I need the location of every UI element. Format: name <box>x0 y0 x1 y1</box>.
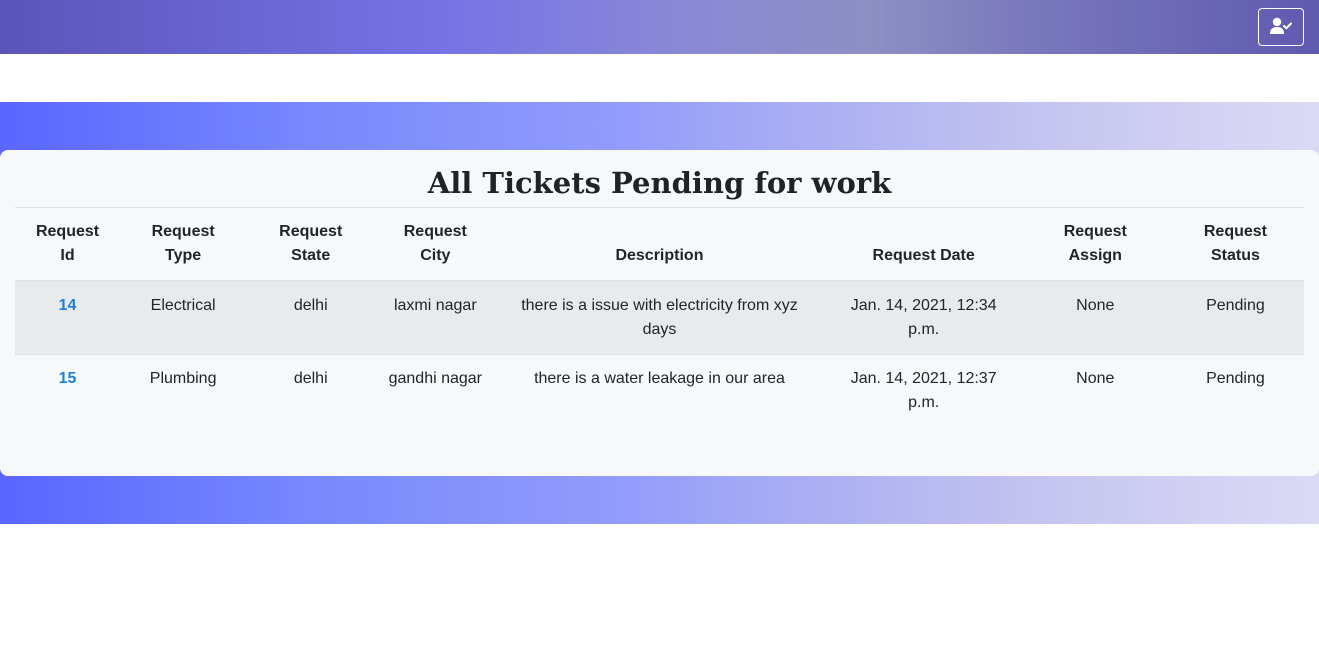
cell-request-assign: None <box>1076 370 1115 387</box>
cell-request-status: Pending <box>1206 370 1265 387</box>
request-id-link[interactable]: 14 <box>59 297 77 314</box>
page-title: All Tickets Pending for work <box>15 150 1304 208</box>
cell-request-status: Pending <box>1166 281 1304 355</box>
header-request-status: Request Status <box>1166 208 1304 282</box>
table-row: 14 Electrical delhi laxmi nagar there is… <box>15 281 1304 355</box>
request-id-link[interactable]: 15 <box>59 370 77 387</box>
cell-request-city: gandhi nagar <box>388 370 483 387</box>
cell-description: there is a issue with electricity from x… <box>495 281 824 355</box>
cell-request-assign: None <box>1023 281 1167 355</box>
cell-request-type: Plumbing <box>149 370 217 387</box>
header-request-date: Request Date <box>823 208 1024 282</box>
header-request-id: Request Id <box>15 208 121 282</box>
cell-request-id: 15 <box>15 355 120 428</box>
header-request-state: Request State <box>246 208 376 282</box>
header-request-type: Request Type <box>120 208 247 282</box>
cell-request-city: laxmi nagar <box>375 281 496 355</box>
cell-request-state: delhi <box>293 370 328 387</box>
user-account-button[interactable] <box>1258 8 1304 46</box>
cell-request-state: delhi <box>246 281 376 355</box>
cell-request-date: Jan. 14, 2021, 12:34 p.m. <box>823 281 1024 355</box>
tickets-card: All Tickets Pending for work Request Id … <box>0 150 1319 476</box>
header-request-city: Request City <box>375 208 496 282</box>
user-check-icon <box>1270 17 1292 38</box>
cell-request-type: Electrical <box>120 281 247 355</box>
cell-request-id: 14 <box>15 281 121 355</box>
tickets-table: Request Id Request Type Request State Re… <box>15 208 1304 427</box>
cell-request-date: Jan. 14, 2021, 12:37 p.m. <box>850 370 997 411</box>
header-request-assign: Request Assign <box>1023 208 1167 282</box>
header-description: Description <box>495 208 824 282</box>
table-header-row: Request Id Request Type Request State Re… <box>15 208 1304 282</box>
top-navbar <box>0 0 1319 54</box>
cell-description: there is a water leakage in our area <box>534 370 785 387</box>
table-row: 15 Plumbing delhi gandhi nagar there is … <box>15 355 1304 428</box>
